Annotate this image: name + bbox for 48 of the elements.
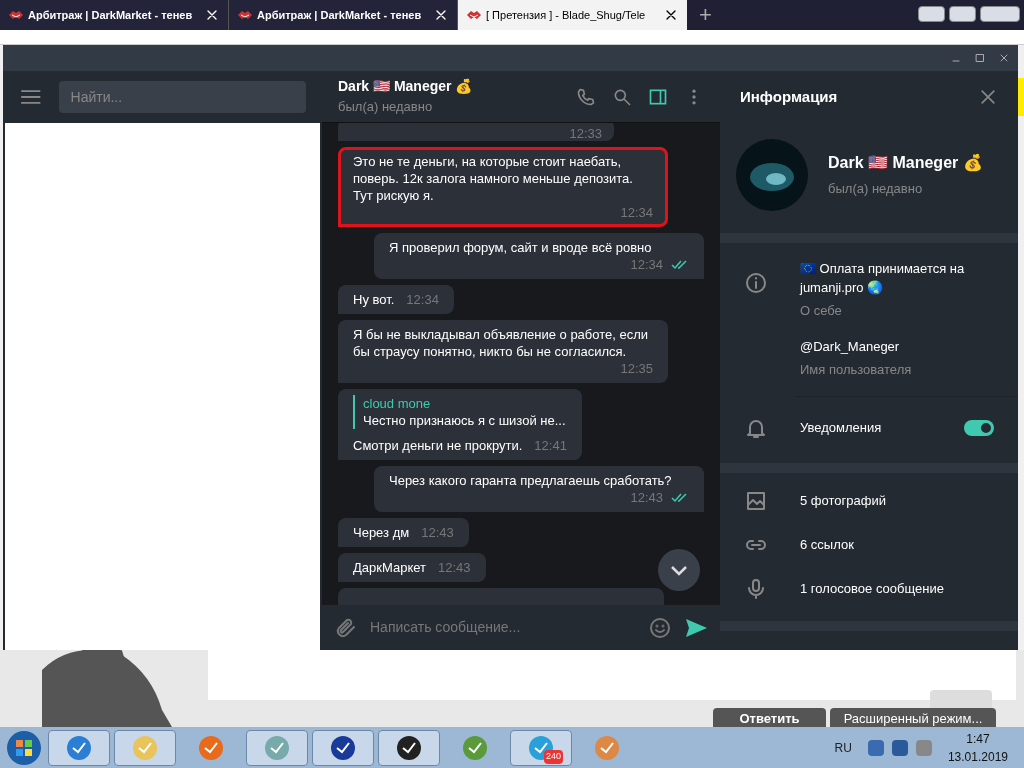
browser-tab[interactable]: Арбитраж | DarkMarket - тенев: [229, 0, 458, 30]
search-field[interactable]: Найти...: [58, 81, 306, 113]
username-label: Имя пользователя: [800, 361, 913, 379]
browser-tab[interactable]: Арбитраж | DarkMarket - тенев: [0, 0, 229, 30]
message-time: 12:34: [620, 204, 653, 221]
message-time: 12:34: [406, 291, 439, 308]
panel-title: Информация: [740, 86, 839, 107]
tab-title: [ Претензия ] - Blade_Shug/Tele: [486, 7, 647, 23]
username-text: @Dark_Maneger: [800, 337, 901, 356]
profile-status: был(а) недавно: [828, 180, 924, 199]
media-count[interactable]: 6 ссылок: [800, 534, 854, 555]
chat-status: был(а) недавно: [338, 98, 434, 117]
message-text: Я бы не выкладывал объявление о работе, если бы страусу понятно, никто бы не согласился.: [353, 326, 650, 360]
message-time: 12:34: [630, 256, 663, 273]
profile-name: Dark 🇺🇸 Maneger 💰: [828, 153, 983, 174]
advanced-mode-button[interactable]: Расширенный режим...: [830, 708, 996, 730]
message-text: Через какого гаранта предлагаешь сработать?: [389, 472, 673, 489]
message-time: 12:43: [438, 559, 471, 576]
bio-label: О себе: [800, 302, 843, 320]
message-text: Ну вот.: [353, 291, 395, 308]
reply-preview: Честно признаюсь я с шизой не...: [363, 412, 567, 429]
message-text: Я проверил форум, сайт и вроде всё ровно: [389, 239, 653, 256]
chat-title: Dark 🇺🇸 Maneger 💰: [338, 77, 474, 97]
reply-author: cloud mone: [363, 395, 432, 412]
bio-text: 🇪🇺 Оплата принимается на jumanji.pro 🌏: [800, 260, 966, 297]
message-time: 12:33: [569, 126, 602, 141]
reply-button[interactable]: Ответить: [713, 708, 826, 730]
media-count[interactable]: 1 голосовое сообщение: [800, 578, 944, 599]
message-text: Через дм: [353, 524, 410, 541]
message-field[interactable]: Написать сообщение...: [370, 617, 636, 638]
new-tab-icon[interactable]: +: [687, 0, 724, 30]
composer-bar[interactable]: Написать сообщение...: [322, 605, 720, 650]
message-text: ДаркМаркет: [353, 559, 426, 576]
message-text: Это не те деньги, на которые стоит наебать, поверь. 12к залога намного меньше депозита. Тут рискую я.: [353, 153, 634, 204]
message-time: 12:35: [620, 360, 653, 377]
tab-title: Арбитраж | DarkMarket - тенев: [28, 7, 194, 23]
message-time: 12:43: [421, 524, 454, 541]
browser-tab[interactable]: [ Претензия ] - Blade_Shug/Tele: [458, 0, 687, 30]
media-count[interactable]: 5 фотографий: [800, 490, 886, 511]
clock-date[interactable]: 13.01.2019: [947, 747, 1008, 766]
unread-badge: 240: [543, 750, 563, 764]
message-time: 12:43: [630, 489, 663, 506]
clock-time[interactable]: 1:47: [966, 729, 990, 748]
message-text: Смотри деньги не прокрути.: [353, 437, 523, 454]
tab-title: Арбитраж | DarkMarket - тенев: [257, 7, 423, 23]
message-time: 12:41: [534, 437, 567, 454]
notifications-label: Уведомления: [800, 418, 883, 437]
language-indicator[interactable]: RU: [834, 738, 852, 757]
